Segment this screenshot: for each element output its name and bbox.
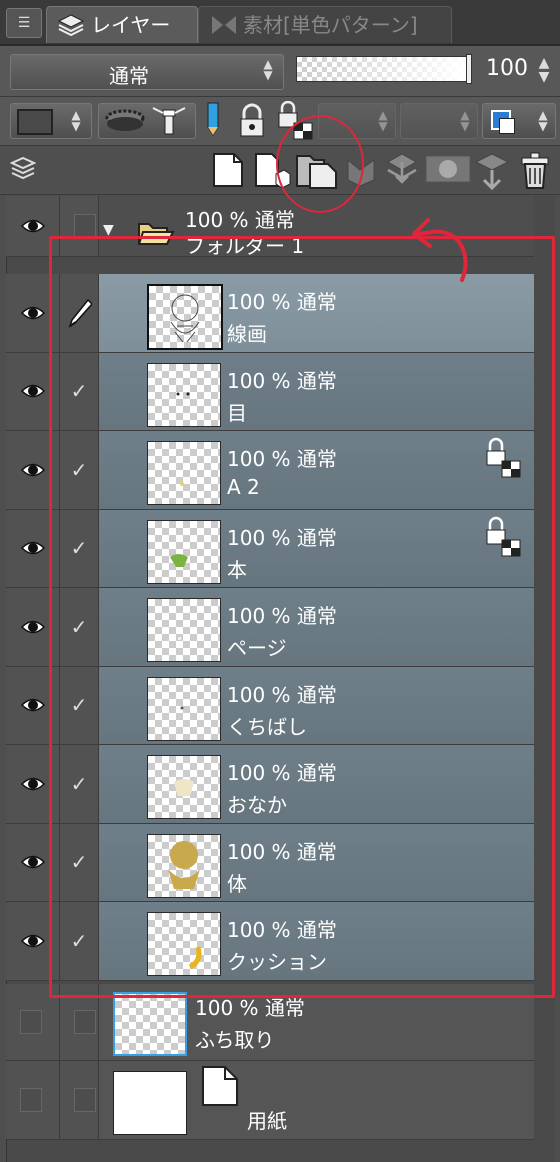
tab-layer[interactable]: レイヤー [46, 6, 198, 43]
blend-toolbar: 通常 ▲ ▼ 100 ▲ ▼ [0, 46, 560, 97]
eye-icon[interactable] [21, 539, 45, 557]
edit-target-checkbox[interactable] [74, 214, 96, 238]
layer-stack-icon [57, 14, 85, 37]
edit-target-cell[interactable] [60, 1061, 99, 1139]
layer-list-icon[interactable] [10, 156, 36, 182]
trash-icon[interactable] [516, 150, 556, 192]
visibility-checkbox[interactable] [20, 1088, 42, 1112]
layer-name: ふち取り [195, 1028, 275, 1052]
edit-target-checkbox[interactable] [74, 1010, 96, 1034]
merge-down-icon[interactable] [384, 152, 420, 188]
opacity-slider-handle[interactable] [466, 54, 472, 84]
layer-content[interactable]: 用紙 [99, 1061, 534, 1139]
eye-icon[interactable] [21, 618, 45, 636]
eye-icon[interactable] [21, 696, 45, 714]
tab-material[interactable]: 素材[単色パターン] [198, 6, 452, 43]
eye-icon[interactable] [21, 217, 45, 235]
layer-property-toolbar: ▲ ▼ ▲ ▼ ▲ ▼ ▲ ▼ [0, 97, 560, 146]
chevron-updown-icon: ▲ ▼ [263, 57, 273, 82]
layer-name: 用紙 [247, 1109, 287, 1133]
edit-target-checkbox[interactable] [74, 1088, 96, 1112]
reference-layer-icon [105, 109, 145, 131]
mask-button[interactable]: ▲ ▼ [400, 103, 478, 139]
opacity-value: 100 [486, 56, 528, 81]
visibility-cell[interactable] [6, 1061, 60, 1139]
blend-mode-value: 通常 [109, 64, 149, 88]
new-raster-layer-icon[interactable] [210, 150, 248, 190]
annotation-rectangle [49, 236, 555, 998]
paper-layer-row[interactable]: 用紙 [6, 1061, 534, 1140]
visibility-checkbox[interactable] [20, 1010, 42, 1034]
folder-opacity-mode: 100 % 通常 [185, 208, 295, 232]
layer-color-dropdown[interactable]: ▲ ▼ [10, 103, 92, 139]
draft-pencil-icon[interactable] [198, 101, 228, 139]
opacity-slider[interactable] [296, 56, 470, 82]
layer-color-button[interactable]: ▲ ▼ [482, 103, 556, 139]
eye-icon[interactable] [21, 853, 45, 871]
tab-layer-label: レイヤー [91, 13, 171, 37]
layer-thumbnail [113, 1071, 187, 1135]
paper-icon [202, 1066, 238, 1106]
eye-icon[interactable] [21, 775, 45, 793]
reference-layer-button[interactable] [98, 103, 196, 139]
opacity-spinner-icon[interactable]: ▲ ▼ [534, 56, 554, 84]
layer-mask-icon[interactable] [424, 154, 472, 184]
blend-mode-dropdown[interactable]: 通常 ▲ ▼ [10, 54, 284, 90]
annotation-arrow [412, 218, 468, 282]
eye-icon[interactable] [21, 304, 45, 322]
layer-thumbnail [113, 992, 187, 1056]
pattern-icon [212, 16, 236, 34]
lighthouse-icon [152, 107, 186, 135]
tab-material-label: 素材[単色パターン] [243, 13, 418, 37]
eye-icon[interactable] [21, 932, 45, 950]
annotation-circle [276, 115, 364, 213]
eye-icon[interactable] [21, 461, 45, 479]
clip-lower-layer-icon[interactable] [472, 150, 516, 190]
panel-tab-bar: ☰ レイヤー 素材[単色パターン] [0, 0, 560, 46]
eye-icon[interactable] [21, 382, 45, 400]
lock-icon[interactable] [236, 103, 268, 139]
panel-menu-icon[interactable]: ☰ [6, 8, 42, 38]
